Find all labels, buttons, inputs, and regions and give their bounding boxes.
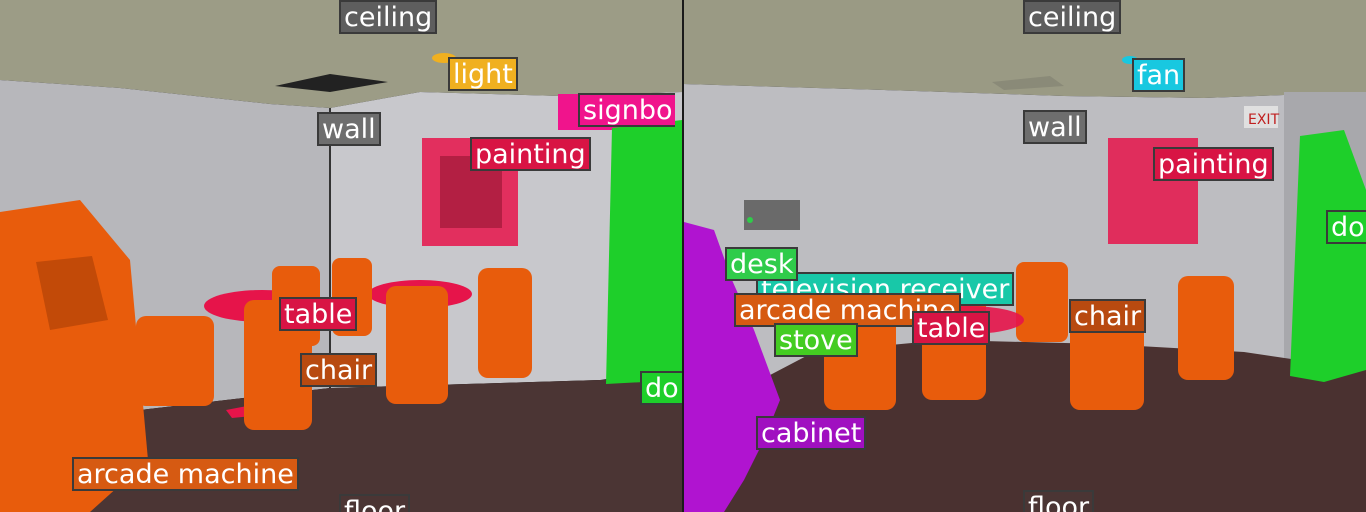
label-stove: stove (774, 323, 858, 357)
label-ceiling: ceiling (339, 0, 438, 34)
label-wall: wall (317, 112, 381, 146)
exit-sign-text: EXIT (1248, 112, 1280, 128)
segmentation-comparison: ceiling light signbo wall painting table… (0, 0, 1366, 512)
left-scene-image (0, 0, 682, 512)
label-painting: painting (1153, 147, 1274, 181)
label-cabinet: cabinet (756, 416, 867, 450)
label-fan: fan (1132, 58, 1186, 92)
label-arcade-machine: arcade machine (72, 457, 299, 491)
door-region (1290, 130, 1366, 382)
label-signboard: signbo (578, 93, 676, 127)
label-desk: desk (725, 247, 799, 281)
label-door: do (1326, 210, 1366, 244)
label-chair: chair (300, 353, 378, 387)
label-light: light (448, 57, 518, 91)
label-table: table (912, 311, 991, 345)
label-floor: floor (1023, 490, 1095, 512)
label-ceiling: ceiling (1023, 0, 1122, 34)
label-chair: chair (1069, 299, 1147, 333)
television-receiver-region (744, 200, 800, 230)
label-wall: wall (1023, 110, 1087, 144)
left-segmentation-panel: ceiling light signbo wall painting table… (0, 0, 682, 512)
door-region (606, 120, 682, 384)
label-floor: floor (339, 494, 411, 512)
label-door: do (640, 371, 682, 405)
right-segmentation-panel: EXIT ceiling fan wall painting do televi… (684, 0, 1366, 512)
label-painting: painting (470, 137, 591, 171)
label-table: table (279, 297, 358, 331)
